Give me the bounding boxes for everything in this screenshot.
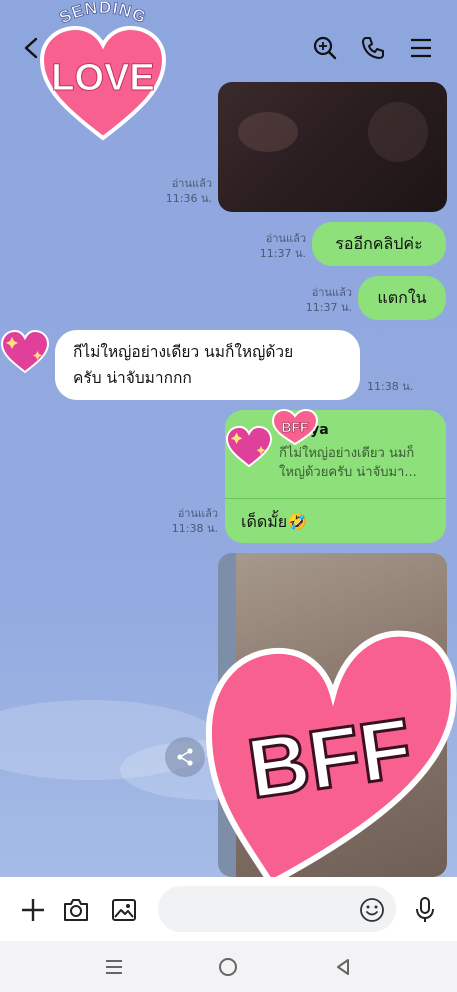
microphone-icon[interactable] xyxy=(408,893,442,927)
sticker-heart-text: LOVE xyxy=(51,57,154,99)
bff-badge-text: BFF xyxy=(281,419,309,435)
read-receipt: อ่านแล้ว 11:37 น. xyxy=(259,232,306,260)
read-receipt: อ่านแล้ว 11:37 น. xyxy=(305,286,352,314)
search-icon[interactable] xyxy=(307,30,343,66)
bff-heart-sticker: BFF xyxy=(203,597,457,889)
message-time: 11:38 น. xyxy=(367,380,414,393)
bff-badge-sticker: BFF xyxy=(270,408,320,446)
message-text-line: ครับ น่าจับมากกก xyxy=(73,369,192,387)
message-input-bar xyxy=(0,877,457,941)
recents-icon[interactable] xyxy=(96,949,132,985)
sent-message-bubble[interactable]: แตกใน xyxy=(358,276,446,320)
image-icon[interactable] xyxy=(107,893,141,927)
sticker-arc-text: SENDING xyxy=(56,0,149,28)
contact-avatar-heart-sticker[interactable] xyxy=(0,328,50,374)
camera-icon[interactable] xyxy=(59,893,93,927)
system-navigation-bar xyxy=(0,941,457,992)
message-text-line: กีไม่ใหญ่อย่างเดียว นมก็ใหญ่ด้วย xyxy=(73,343,294,361)
quoted-text: กีไม่ใหญ่อย่างเดียว นมก็ ใหญ่ด้วยครับ น่… xyxy=(279,446,417,480)
read-receipt: อ่านแล้ว 11:36 น. xyxy=(165,177,212,205)
reply-divider xyxy=(225,498,446,499)
message-text: รออีกคลิปค่ะ xyxy=(335,233,423,253)
svg-text:SENDING: SENDING xyxy=(56,2,150,27)
message-text: แตกใน xyxy=(377,287,427,307)
video-message[interactable] xyxy=(218,82,447,212)
sending-love-sticker: SENDING LOVE xyxy=(36,0,170,142)
received-message-bubble[interactable]: กีไม่ใหญ่อย่างเดียว นมก็ใหญ่ด้วย ครับ น่… xyxy=(55,330,360,400)
message-text: เด็ดมั้ย🤣 xyxy=(241,512,308,531)
sent-message-bubble[interactable]: รออีกคลิปค่ะ xyxy=(312,222,446,266)
share-icon[interactable] xyxy=(165,737,205,777)
read-receipt: อ่านแล้ว 11:38 น. xyxy=(171,507,218,535)
nav-back-icon[interactable] xyxy=(325,949,361,985)
heart-sticker-icon xyxy=(225,424,273,468)
phone-icon[interactable] xyxy=(355,30,391,66)
home-icon[interactable] xyxy=(210,949,246,985)
hamburger-menu-icon[interactable] xyxy=(403,30,439,66)
emoji-icon[interactable] xyxy=(355,893,389,927)
plus-icon[interactable] xyxy=(16,893,50,927)
